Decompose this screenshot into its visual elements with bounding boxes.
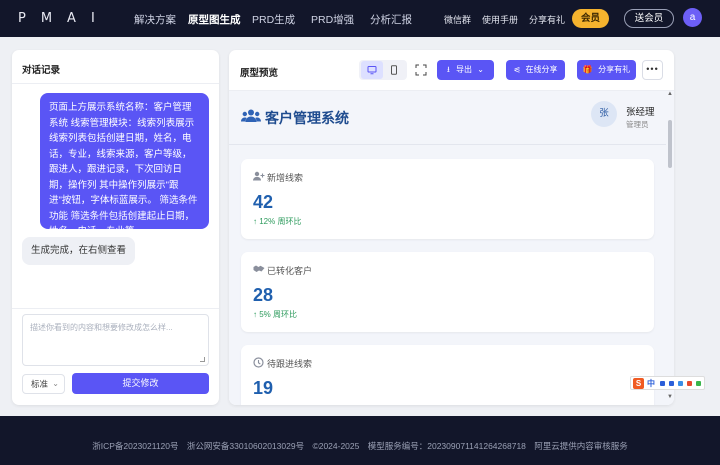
footer-info: 浙ICP备2023021120号 浙公网安备33010602013029号 ©2… bbox=[0, 440, 720, 452]
metric-value: 19 bbox=[253, 378, 274, 398]
user-manual-link[interactable]: 使用手册 bbox=[482, 13, 518, 26]
submit-modification-button[interactable]: 提交修改 bbox=[72, 373, 209, 394]
metric-label: 待跟进线索 bbox=[267, 359, 313, 369]
system-name: 客户管理系统 bbox=[265, 110, 349, 126]
manager-avatar[interactable]: 张 bbox=[591, 101, 617, 127]
metric-card-converted: 已转化客户 28 ↑ 5% 周环比 bbox=[241, 252, 654, 332]
icp-record-link[interactable]: 浙ICP备2023021120号 bbox=[92, 441, 178, 451]
user-plus-icon bbox=[253, 171, 265, 181]
nav-prototype-generation[interactable]: 原型图生成 bbox=[188, 12, 241, 27]
assistant-message-bubble: 生成完成，在右侧查看 bbox=[22, 237, 135, 265]
police-record-link[interactable]: 浙公网安备33010602013029号 bbox=[187, 441, 304, 451]
ime-logo-icon[interactable]: S bbox=[633, 378, 644, 389]
content-review-note: 阿里云提供内容审核服务 bbox=[534, 441, 628, 451]
top-nav: PMAI 解决方案 原型图生成 PRD生成 PRD增强 分析汇报 微信群 使用手… bbox=[0, 0, 720, 37]
metric-value: 42 bbox=[253, 192, 274, 212]
user-avatar[interactable]: a bbox=[683, 8, 702, 27]
preview-scrollbar[interactable]: ▲ ▼ bbox=[666, 91, 674, 405]
chat-panel-title: 对话记录 bbox=[22, 65, 61, 76]
manager-name: 张经理 bbox=[626, 107, 655, 118]
divider bbox=[229, 144, 666, 145]
punctuation-icon[interactable] bbox=[660, 381, 665, 386]
modification-input[interactable]: 描述你看到的内容和想要修改成怎么样... bbox=[22, 314, 209, 366]
share-icon: ⪗ bbox=[513, 65, 521, 74]
copyright: ©2024-2025 bbox=[312, 441, 360, 451]
microphone-icon[interactable] bbox=[669, 381, 674, 386]
share-gift-link[interactable]: 分享有礼 bbox=[529, 13, 565, 26]
skin-icon[interactable] bbox=[687, 381, 692, 386]
metric-trend: ↑ 5% 周环比 bbox=[253, 309, 297, 320]
gift-vip-button[interactable]: 送会员 bbox=[624, 9, 674, 28]
scroll-up-icon[interactable]: ▲ bbox=[667, 91, 673, 97]
metric-card-new-leads: 新增线索 42 ↑ 12% 周环比 bbox=[241, 159, 654, 239]
clock-icon bbox=[253, 357, 264, 368]
prototype-preview: 客户管理系统 张 张经理 管理员 新增线索 42 ↑ 12% 周环比 已转化客户… bbox=[229, 90, 674, 405]
share-gift-button[interactable]: 🎁 分享有礼 bbox=[577, 60, 636, 80]
nav-solutions[interactable]: 解决方案 bbox=[134, 12, 176, 27]
export-button[interactable]: ⭳ 导出 ⌄ bbox=[437, 60, 494, 80]
metric-trend-text: 5% 周环比 bbox=[259, 310, 298, 319]
preview-panel-title: 原型预览 bbox=[240, 68, 279, 79]
more-button[interactable]: ••• bbox=[642, 60, 663, 80]
device-toggle bbox=[359, 60, 407, 80]
footer: 浙ICP备2023021120号 浙公网安备33010602013029号 ©2… bbox=[0, 416, 720, 465]
nav-prd-enhance[interactable]: PRD增强 bbox=[311, 12, 354, 27]
arrow-up-icon: ↑ bbox=[253, 310, 257, 319]
user-message-bubble: 页面上方展示系统名称：客户管理系统 线索管理模块：线索列表展示线索列表包括创建日… bbox=[40, 93, 209, 237]
ime-toolbar[interactable]: S 中 bbox=[630, 376, 705, 390]
wechat-group-link[interactable]: 微信群 bbox=[444, 13, 471, 26]
share-gift-label: 分享有礼 bbox=[598, 65, 631, 74]
metric-label: 新增线索 bbox=[267, 173, 304, 183]
brand-logo[interactable]: PMAI bbox=[18, 11, 110, 26]
model-service-number: 模型服务编号：20230907114126426871​8 bbox=[367, 441, 526, 451]
export-button-label: 导出 bbox=[456, 65, 473, 74]
mode-select-value: 标准 bbox=[31, 379, 49, 389]
share-online-button[interactable]: ⪗ 在线分享 bbox=[506, 60, 565, 80]
chevron-down-icon: ⌄ bbox=[52, 379, 59, 388]
resize-handle-icon[interactable] bbox=[200, 357, 205, 362]
divider bbox=[12, 308, 219, 309]
metric-card-pending: 待跟进线索 19 bbox=[241, 345, 654, 405]
ime-language[interactable]: 中 bbox=[647, 378, 655, 389]
users-icon bbox=[241, 109, 261, 122]
nav-prd-generation[interactable]: PRD生成 bbox=[252, 12, 295, 27]
scroll-down-icon[interactable]: ▼ bbox=[667, 394, 673, 400]
system-header: 客户管理系统 张 张经理 管理员 bbox=[229, 91, 666, 141]
mobile-icon[interactable] bbox=[383, 61, 405, 79]
scroll-thumb[interactable] bbox=[668, 120, 672, 168]
metric-label: 已转化客户 bbox=[267, 266, 313, 276]
share-online-label: 在线分享 bbox=[525, 65, 558, 74]
chevron-down-icon: ⌄ bbox=[477, 65, 484, 74]
preview-panel: 原型预览 ⭳ 导出 ⌄ ⪗ 在线分享 🎁 分享有礼 ••• 客户管理系统 张 张… bbox=[229, 50, 674, 405]
mode-select[interactable]: 标准 ⌄ bbox=[22, 374, 65, 394]
keyboard-icon[interactable] bbox=[678, 381, 683, 386]
vip-button[interactable]: 会员 bbox=[572, 9, 609, 28]
nav-analysis-report[interactable]: 分析汇报 bbox=[370, 12, 412, 27]
metric-value: 28 bbox=[253, 285, 274, 305]
desktop-icon[interactable] bbox=[361, 61, 383, 79]
gift-icon: 🎁 bbox=[582, 65, 593, 74]
manager-role: 管理员 bbox=[626, 120, 649, 129]
metric-trend-text: 12% 周环比 bbox=[259, 217, 302, 226]
chat-panel: 对话记录 页面上方展示系统名称：客户管理系统 线索管理模块：线索列表展示线索列表… bbox=[12, 50, 219, 405]
arrow-up-icon: ↑ bbox=[253, 217, 257, 226]
metric-trend: ↑ 12% 周环比 bbox=[253, 216, 301, 227]
handshake-icon bbox=[253, 265, 265, 272]
download-icon: ⭳ bbox=[447, 65, 450, 74]
divider bbox=[12, 83, 219, 84]
toolbox-icon[interactable] bbox=[696, 381, 701, 386]
expand-icon[interactable] bbox=[415, 63, 427, 76]
